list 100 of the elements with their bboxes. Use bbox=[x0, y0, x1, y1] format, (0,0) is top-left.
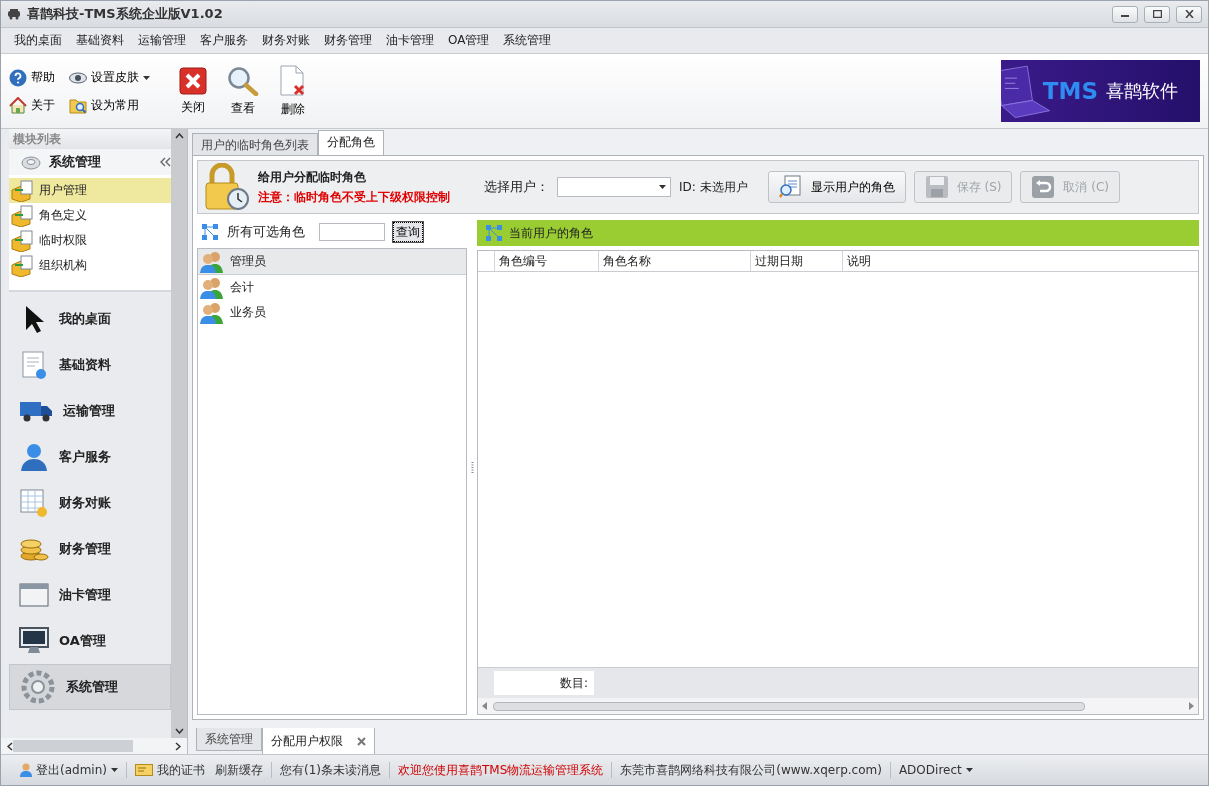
nav-item[interactable]: 油卡管理 bbox=[9, 572, 171, 618]
tab[interactable]: 分配角色 bbox=[318, 130, 384, 155]
nav-item[interactable]: 财务对账 bbox=[9, 480, 171, 526]
splitter-grip-icon bbox=[470, 461, 474, 474]
maximize-icon bbox=[1152, 10, 1162, 18]
close-button[interactable] bbox=[1176, 5, 1202, 23]
status-text: 东莞市喜鹊网络科技有限公司(www.xqerp.com) bbox=[619, 761, 883, 779]
status-menu[interactable]: ADODirect bbox=[893, 763, 978, 777]
folder-search-icon bbox=[69, 96, 87, 114]
section-header-title: 当前用户的角色 bbox=[509, 224, 593, 242]
column-header[interactable]: 角色编号 bbox=[494, 251, 598, 271]
help-icon bbox=[9, 68, 27, 87]
action-button[interactable]: 显示用户的角色 bbox=[767, 171, 906, 203]
maximize-button[interactable] bbox=[1144, 5, 1170, 23]
document-tab[interactable]: 分配用户权限 bbox=[262, 728, 375, 755]
menu-item[interactable]: 运输管理 bbox=[131, 32, 193, 49]
arrow-icon bbox=[1189, 702, 1194, 710]
scrollbar[interactable] bbox=[478, 698, 1198, 714]
arrow-icon bbox=[482, 702, 487, 710]
search-document-icon bbox=[778, 175, 803, 199]
column-header[interactable]: 说明 bbox=[842, 251, 1142, 271]
users-icon bbox=[200, 276, 224, 299]
status-text: 您有(1)条未读消息 bbox=[278, 761, 382, 779]
user-id-text: ID: 未选用户 bbox=[679, 178, 748, 196]
status-text: 刷新缓存 bbox=[213, 761, 264, 779]
scrollbar[interactable] bbox=[171, 129, 187, 738]
menu-item[interactable]: 财务管理 bbox=[317, 32, 379, 49]
brand-name: 喜鹊软件 bbox=[1106, 79, 1178, 103]
padlock-clock-icon bbox=[202, 163, 250, 211]
module-item[interactable]: 组织机构 bbox=[9, 253, 171, 278]
person-icon bbox=[19, 442, 49, 472]
toolbar-button[interactable]: 关于 bbox=[9, 96, 55, 114]
delete-document-icon bbox=[279, 64, 307, 97]
toolbar-button[interactable]: 帮助 bbox=[9, 68, 55, 87]
menu-item[interactable]: 油卡管理 bbox=[379, 32, 441, 49]
scrollbar[interactable] bbox=[1, 738, 187, 754]
status-menu[interactable]: 我的证书 bbox=[129, 761, 210, 779]
truck-icon bbox=[19, 399, 53, 423]
nav-item[interactable]: OA管理 bbox=[9, 618, 171, 664]
toolbar-button[interactable]: 设为常用 bbox=[69, 96, 150, 114]
network-icon bbox=[485, 224, 503, 242]
menu-item[interactable]: 我的桌面 bbox=[7, 32, 69, 49]
close-icon bbox=[1184, 10, 1194, 18]
menu-item[interactable]: 客户服务 bbox=[193, 32, 255, 49]
network-icon bbox=[201, 223, 219, 241]
sidebar-title: 模块列表 bbox=[9, 129, 171, 149]
caret-icon bbox=[110, 768, 118, 772]
certificate-icon bbox=[134, 764, 153, 776]
welcome-text: 欢迎您使用喜鹊TMS物流运输管理系统 bbox=[396, 761, 605, 779]
window-icon bbox=[19, 582, 49, 608]
toolbar-button[interactable]: 删除 bbox=[268, 64, 318, 118]
caret-icon bbox=[965, 768, 973, 772]
menu-item[interactable]: 基础资料 bbox=[69, 32, 131, 49]
monitor-icon bbox=[19, 626, 49, 656]
search-icon bbox=[227, 65, 259, 96]
minimize-button[interactable] bbox=[1112, 5, 1138, 23]
toolbar-button[interactable]: 设置皮肤 bbox=[69, 68, 150, 87]
nav-item[interactable]: 我的桌面 bbox=[9, 296, 171, 342]
menu-item[interactable]: OA管理 bbox=[441, 32, 497, 49]
nav-item[interactable]: 运输管理 bbox=[9, 388, 171, 434]
nav-item[interactable]: 基础资料 bbox=[9, 342, 171, 388]
role-item[interactable]: 管理员 bbox=[198, 249, 466, 275]
status-menu[interactable]: 登出(admin) bbox=[15, 761, 123, 779]
module-item[interactable]: 角色定义 bbox=[9, 203, 171, 228]
disc-icon bbox=[21, 154, 41, 170]
pane-title: 所有可选角色 bbox=[227, 223, 305, 241]
menu-item[interactable]: 系统管理 bbox=[496, 32, 559, 49]
count-label: 数目: bbox=[494, 671, 594, 695]
user-dropdown[interactable] bbox=[557, 177, 671, 197]
user-icon bbox=[20, 763, 32, 777]
module-item[interactable]: 临时权限 bbox=[9, 228, 171, 253]
window-title: 喜鹊科技-TMS系统企业版V1.02 bbox=[27, 5, 224, 23]
close-icon bbox=[179, 66, 207, 95]
nav-item[interactable]: 系统管理 bbox=[9, 664, 171, 710]
caret-icon bbox=[659, 185, 666, 189]
field-label: 选择用户： bbox=[484, 178, 549, 196]
module-group-header[interactable]: 系统管理 bbox=[9, 149, 171, 175]
users-icon bbox=[200, 250, 224, 273]
column-header[interactable]: 角色名称 bbox=[598, 251, 750, 271]
nav-item[interactable]: 客户服务 bbox=[9, 434, 171, 480]
role-item[interactable]: 会计 bbox=[198, 275, 466, 300]
close-icon[interactable] bbox=[357, 736, 366, 746]
home-icon bbox=[9, 96, 27, 114]
tab[interactable]: 用户的临时角色列表 bbox=[192, 133, 318, 155]
toolbar-button[interactable]: 查看 bbox=[218, 65, 268, 117]
search-field[interactable] bbox=[319, 223, 385, 241]
brand-logo: TMS bbox=[1042, 78, 1098, 104]
eye-icon bbox=[69, 71, 87, 84]
column-header[interactable]: 过期日期 bbox=[750, 251, 842, 271]
section-title: 给用户分配临时角色 bbox=[258, 168, 367, 186]
role-item[interactable]: 业务员 bbox=[198, 300, 466, 325]
document-tab[interactable]: 系统管理 bbox=[196, 728, 262, 751]
users-icon bbox=[200, 301, 224, 324]
module-item[interactable]: 用户管理 bbox=[9, 178, 171, 203]
toolbar-button[interactable]: 关闭 bbox=[168, 66, 218, 116]
menu-item[interactable]: 财务对账 bbox=[255, 32, 317, 49]
collapse-icon bbox=[159, 157, 171, 167]
search-button[interactable]: 查询 bbox=[393, 222, 423, 242]
spreadsheet-icon bbox=[19, 488, 49, 518]
nav-item[interactable]: 财务管理 bbox=[9, 526, 171, 572]
